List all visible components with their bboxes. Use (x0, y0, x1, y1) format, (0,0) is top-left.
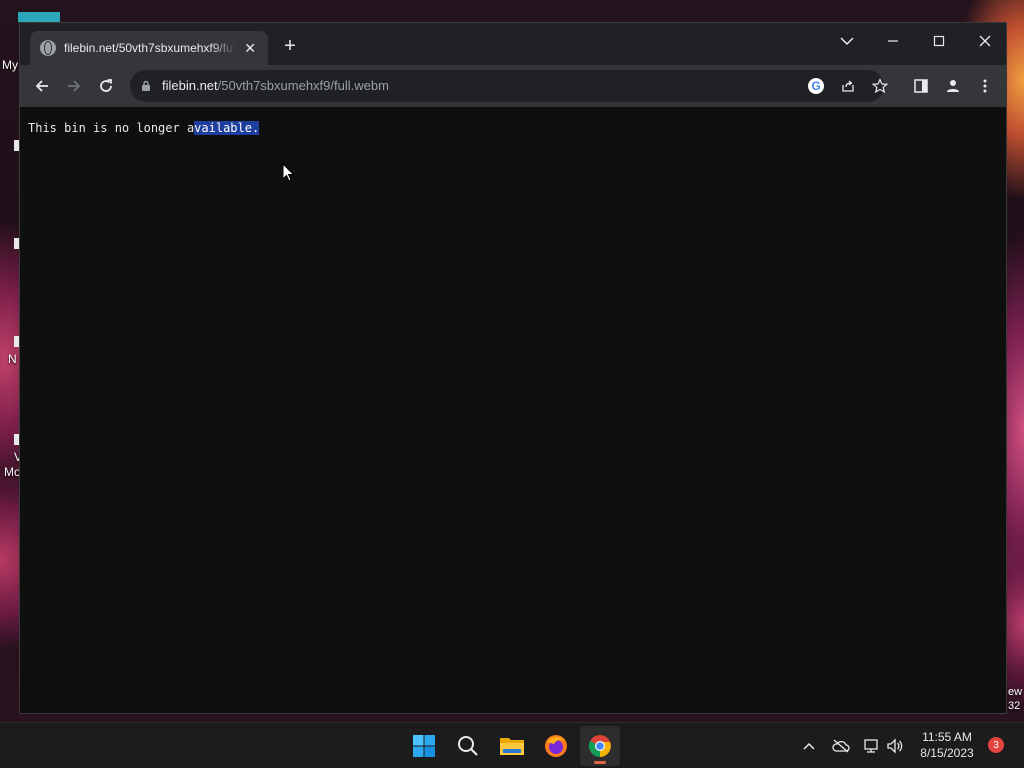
firefox-icon (545, 735, 567, 757)
firefox-button[interactable] (536, 726, 576, 766)
url-host: filebin.net (162, 78, 218, 93)
browser-toolbar: filebin.net/50vth7sbxumehxf9/full.webm G (20, 65, 1006, 107)
chevron-up-icon (803, 742, 815, 750)
mouse-cursor-icon (282, 163, 295, 182)
browser-window: filebin.net/50vth7sbxumehxf9/full.webm ✕… (19, 22, 1007, 714)
browser-titlebar: filebin.net/50vth7sbxumehxf9/full.webm ✕… (20, 23, 1006, 65)
lock-icon (142, 80, 150, 91)
system-clock[interactable]: 11:55 AM 8/15/2023 (910, 729, 984, 761)
chrome-icon (588, 735, 611, 757)
volume-button[interactable] (885, 736, 905, 756)
url-path: /50vth7sbxumehxf9/full.webm (217, 78, 389, 93)
arrow-left-icon (35, 80, 48, 92)
desktop-icon-label: 32 (1008, 700, 1021, 712)
profile-icon (947, 80, 959, 92)
desktop-icon-partial[interactable] (18, 12, 60, 22)
tab-title: filebin.net/50vth7sbxumehxf9/full.webm (64, 41, 236, 55)
google-lens-icon[interactable]: G (808, 78, 824, 94)
cloud-off-icon (832, 739, 850, 753)
speaker-icon (887, 738, 903, 754)
file-explorer-button[interactable] (492, 726, 532, 766)
desktop-icon-label: N (8, 352, 17, 366)
clock-time: 11:55 AM (922, 730, 972, 744)
address-bar[interactable]: filebin.net/50vth7sbxumehxf9/full.webm G (130, 70, 888, 102)
onedrive-button[interactable] (831, 736, 851, 756)
selected-text: vailable. (194, 121, 260, 135)
browser-tab[interactable]: filebin.net/50vth7sbxumehxf9/full.webm ✕ (30, 31, 268, 65)
page-content: This bin is no longer available. (20, 107, 1006, 713)
url-text: filebin.net/50vth7sbxumehxf9/full.webm (162, 78, 389, 93)
minimize-button[interactable] (878, 27, 908, 55)
close-window-button[interactable] (970, 27, 1000, 55)
maximize-button[interactable] (924, 27, 954, 55)
taskbar: 11:55 AM 8/15/2023 3 (0, 722, 1024, 768)
start-button[interactable] (404, 726, 444, 766)
chrome-button[interactable] (580, 726, 620, 766)
taskbar-search-button[interactable] (448, 726, 488, 766)
active-app-indicator (594, 761, 606, 764)
minimize-icon (888, 40, 898, 42)
menu-button[interactable] (971, 72, 999, 100)
reload-button[interactable] (92, 72, 120, 100)
chevron-down-icon (840, 37, 854, 46)
side-panel-button[interactable] (907, 72, 935, 100)
maximize-icon (933, 35, 945, 47)
forward-button[interactable] (60, 72, 88, 100)
desktop-icon-label: ew (1008, 686, 1023, 698)
clock-date: 8/15/2023 (920, 746, 974, 760)
start-icon (413, 735, 435, 757)
share-icon[interactable] (840, 78, 856, 94)
new-tab-button[interactable]: + (280, 36, 300, 56)
search-icon (458, 736, 478, 756)
file-explorer-icon (500, 738, 524, 755)
show-hidden-icons-button[interactable] (799, 736, 819, 756)
globe-icon (40, 40, 56, 56)
network-icon (864, 739, 878, 753)
reload-icon (100, 79, 112, 92)
profile-button[interactable] (939, 72, 967, 100)
kebab-menu-icon (983, 79, 987, 93)
bookmark-star-icon[interactable] (872, 78, 888, 94)
page-message: This bin is no longer available. (28, 121, 260, 135)
network-button[interactable] (862, 736, 882, 756)
message-text: This bin is no longer a (28, 121, 195, 135)
side-panel-icon (914, 79, 928, 93)
desktop-icon-label: My (2, 58, 18, 72)
back-button[interactable] (28, 72, 56, 100)
arrow-right-icon (68, 80, 81, 92)
close-icon (979, 35, 991, 47)
notification-badge[interactable]: 3 (988, 737, 1004, 753)
tab-search-button[interactable] (832, 27, 862, 55)
close-tab-icon[interactable]: ✕ (242, 40, 258, 57)
